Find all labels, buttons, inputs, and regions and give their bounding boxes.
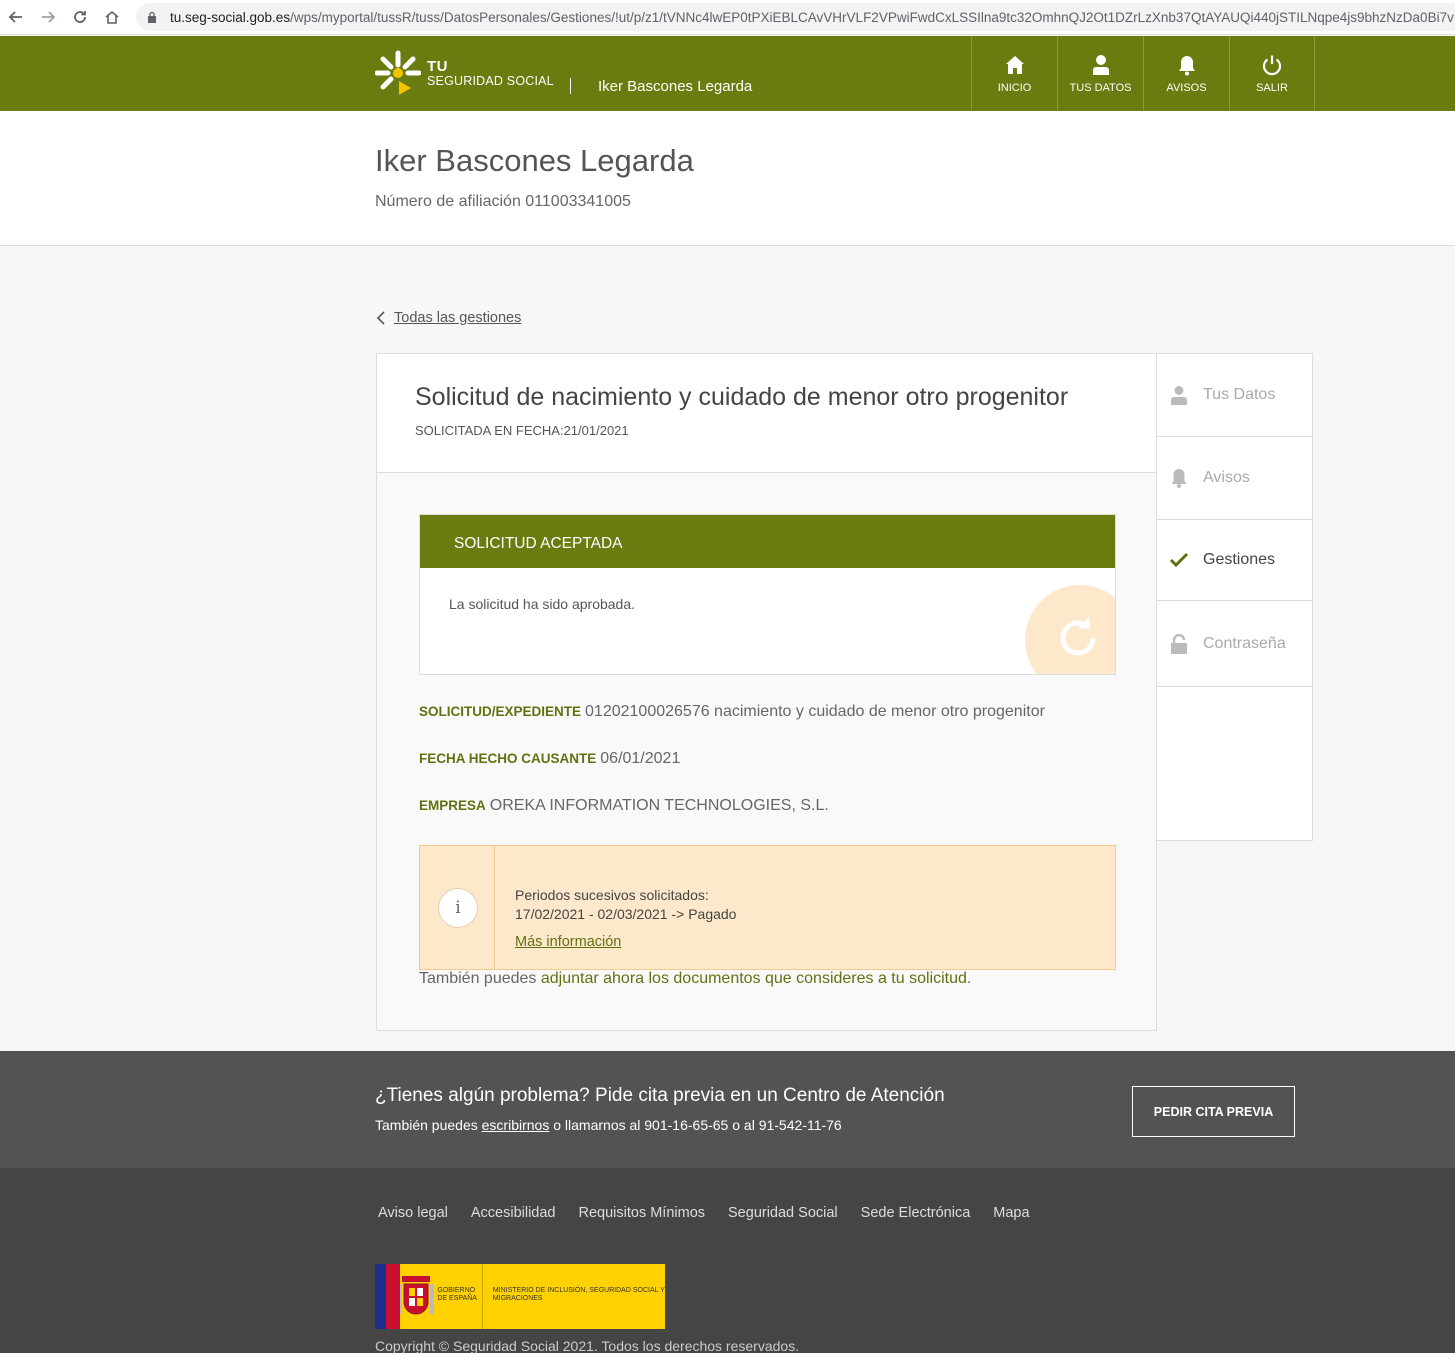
lock-icon [1171, 633, 1187, 654]
home-icon[interactable] [96, 1, 128, 33]
chevron-left-icon [376, 311, 385, 325]
status-text: La solicitud ha sido aprobada. [449, 596, 636, 612]
field-empresa: EMPRESA OREKA INFORMATION TECHNOLOGIES, S… [419, 797, 829, 815]
side-item-label: Gestiones [1203, 551, 1276, 568]
info-content: Periodos sucesivos solicitados: 17/02/20… [515, 886, 736, 952]
home-icon [1005, 55, 1024, 74]
nav-tus-datos[interactable]: TUS DATOS [1057, 36, 1143, 111]
field-label: SOLICITUD/EXPEDIENTE [419, 704, 582, 719]
side-item-label: Avisos [1203, 469, 1250, 486]
side-item-contrasena[interactable]: Contraseña [1157, 601, 1312, 687]
nav-avisos[interactable]: AVISOS [1143, 36, 1229, 111]
field-label: FECHA HECHO CAUSANTE [419, 751, 597, 766]
logo-star-icon [375, 50, 421, 95]
profile-section: Iker Bascones Legarda Número de afiliaci… [0, 111, 1455, 246]
back-to-all-gestiones-link[interactable]: Todas las gestiones [376, 310, 521, 326]
field-value: OREKA INFORMATION TECHNOLOGIES, S.L. [489, 797, 829, 814]
side-item-gestiones[interactable]: Gestiones [1157, 520, 1312, 601]
field-value: 06/01/2021 [600, 750, 681, 767]
attach-prefix: También puedes [419, 970, 541, 987]
side-menu: Tus Datos Avisos Gestiones Contraseña [1156, 353, 1313, 841]
logo-tu-text: TU [427, 57, 448, 75]
attach-suffix: . [966, 970, 972, 987]
info-line-1: Periodos sucesivos solicitados: [515, 887, 709, 903]
browser-toolbar: tu.seg-social.gob.es/wps/myportal/tussR/… [0, 0, 1455, 35]
footer: Aviso legal Accesibilidad Requisitos Mín… [0, 1168, 1455, 1353]
info-icon: i [438, 888, 478, 928]
field-fecha-hecho-causante: FECHA HECHO CAUSANTE 06/01/2021 [419, 750, 680, 768]
affiliation-number: Número de afiliación 011003341005 [375, 193, 631, 210]
header-divider [570, 78, 571, 94]
attach-documents-text: También puedes adjuntar ahora los docume… [419, 970, 971, 988]
seguridad-social-logo[interactable]: TU SEGURIDAD SOCIAL [375, 49, 554, 97]
power-icon [1262, 55, 1282, 75]
footer-link-accesibilidad[interactable]: Accesibilidad [471, 1205, 556, 1221]
back-link-label: Todas las gestiones [394, 310, 522, 326]
footer-link-seguridad-social[interactable]: Seguridad Social [728, 1205, 838, 1221]
check-icon [1169, 552, 1189, 568]
footer-link-sede-electronica[interactable]: Sede Electrónica [861, 1205, 971, 1221]
footer-link-requisitos[interactable]: Requisitos Mínimos [579, 1205, 706, 1221]
address-bar[interactable]: tu.seg-social.gob.es/wps/myportal/tussR/… [136, 3, 1455, 31]
help-subtitle: También puedes escribirnos o llamarnos a… [375, 1117, 842, 1133]
back-arrow-icon[interactable] [0, 1, 32, 33]
eu-flag-icon [375, 1264, 401, 1329]
header-nav: INICIO TUS DATOS AVISOS SALIR [971, 36, 1315, 111]
info-box: i Periodos sucesivos solicitados: 17/02/… [419, 845, 1116, 970]
side-item-label: Tus Datos [1203, 386, 1276, 403]
coat-of-arms-icon [394, 1264, 437, 1329]
help-sub-prefix: También puedes [375, 1117, 482, 1133]
nav-avisos-label: AVISOS [1166, 81, 1207, 94]
status-box: SOLICITUD ACEPTADA La solicitud ha sido … [419, 514, 1116, 675]
user-icon [1171, 386, 1187, 405]
help-sub-suffix: o llamarnos al 901-16-65-65 o al 91-542-… [549, 1117, 842, 1133]
government-logo[interactable]: GOBIERNO DE ESPAÑA MINISTERIO DE INCLUSI… [375, 1264, 665, 1329]
attach-documents-link[interactable]: adjuntar ahora los documentos que consid… [541, 970, 967, 987]
refresh-icon [1060, 617, 1096, 656]
footer-link-mapa[interactable]: Mapa [993, 1205, 1029, 1221]
forward-arrow-icon[interactable] [32, 1, 64, 33]
header-user-name: Iker Bascones Legarda [598, 78, 753, 95]
request-card: Solicitud de nacimiento y cuidado de men… [376, 353, 1157, 1031]
nav-inicio[interactable]: INICIO [971, 36, 1057, 111]
field-label: EMPRESA [419, 798, 486, 813]
request-date: SOLICITADA EN FECHA:21/01/2021 [415, 423, 629, 438]
profile-name: Iker Bascones Legarda [375, 143, 694, 178]
nav-tus-datos-label: TUS DATOS [1069, 81, 1132, 94]
lock-icon [148, 11, 156, 23]
status-title: SOLICITUD ACEPTADA [420, 515, 1115, 568]
help-title: ¿Tienes algún problema? Pide cita previa… [375, 1085, 945, 1106]
url-host: tu.seg-social.gob.es [170, 9, 291, 25]
request-appointment-button[interactable]: PEDIR CITA PREVIA [1132, 1086, 1295, 1137]
nav-inicio-label: INICIO [997, 81, 1032, 94]
reload-icon[interactable] [64, 1, 96, 33]
gov-text: GOBIERNO DE ESPAÑA [437, 1287, 477, 1302]
field-solicitud-expediente: SOLICITUD/EXPEDIENTE 01202100026576 nacim… [419, 703, 1045, 721]
nav-salir-label: SALIR [1256, 81, 1288, 94]
info-side: i [420, 846, 495, 969]
bell-icon [1178, 55, 1195, 75]
site-header: TU SEGURIDAD SOCIAL Iker Bascones Legard… [0, 36, 1455, 111]
logo-ss-text: SEGURIDAD SOCIAL [427, 73, 554, 88]
user-icon [1092, 54, 1109, 75]
footer-link-aviso-legal[interactable]: Aviso legal [378, 1205, 448, 1221]
nav-salir[interactable]: SALIR [1229, 36, 1315, 111]
url-path: /wps/myportal/tussR/tuss/DatosPersonales… [290, 9, 1454, 25]
request-card-header: Solicitud de nacimiento y cuidado de men… [377, 354, 1156, 473]
request-title: Solicitud de nacimiento y cuidado de men… [415, 383, 1069, 411]
ministry-text: MINISTERIO DE INCLUSIÓN, SEGURIDAD SOCIA… [492, 1287, 665, 1302]
info-line-2: 17/02/2021 - 02/03/2021 -> Pagado [515, 906, 737, 922]
footer-links: Aviso legal Accesibilidad Requisitos Mín… [378, 1205, 1053, 1221]
bell-icon [1171, 469, 1187, 488]
side-item-avisos[interactable]: Avisos [1157, 437, 1312, 520]
side-item-label: Contraseña [1203, 634, 1286, 652]
more-info-link[interactable]: Más información [515, 933, 621, 952]
copyright-text: Copyright © Seguridad Social 2021. Todos… [375, 1338, 800, 1353]
help-band: ¿Tienes algún problema? Pide cita previa… [0, 1051, 1455, 1168]
field-value: 01202100026576 nacimiento y cuidado de m… [585, 703, 1045, 720]
write-us-link[interactable]: escribirnos [482, 1117, 550, 1133]
side-item-tus-datos[interactable]: Tus Datos [1157, 354, 1312, 437]
